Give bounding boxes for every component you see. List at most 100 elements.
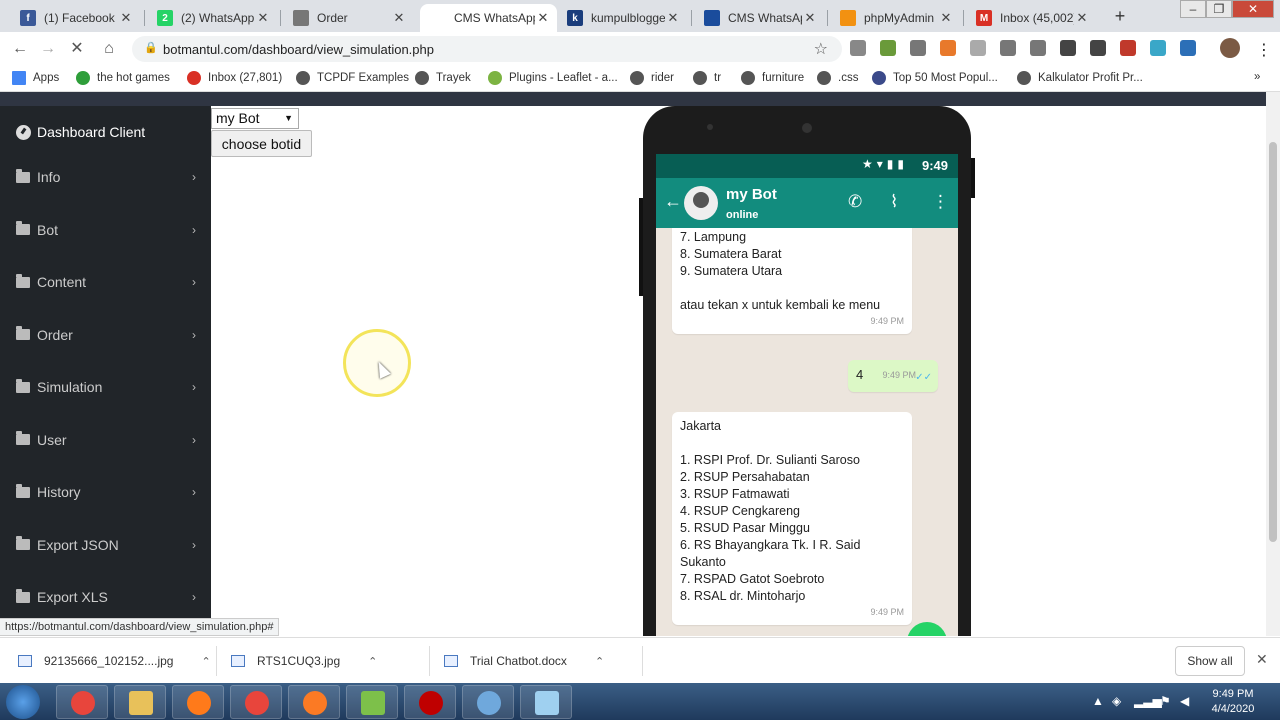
sidebar-item-export-json[interactable]: Export JSON › [16,534,196,556]
chevron-up-icon[interactable]: ⌃ [201,655,210,668]
download-item[interactable]: RTS1CUQ3.jpg ⌃ [231,638,377,684]
tab-6[interactable]: phpMyAdmin ✕ [830,4,960,32]
back-arrow-icon[interactable]: ← [664,191,682,212]
tray-volume-icon[interactable]: ◀ [1180,694,1189,708]
bookmark-6[interactable]: rider [630,71,674,85]
bookmark-11[interactable]: Kalkulator Profit Pr... [1017,71,1143,85]
new-tab-button[interactable]: + [1108,5,1132,29]
forward-icon[interactable]: → [37,38,59,60]
tray-signal-icon[interactable]: ▂▃▅ [1134,694,1162,708]
chevron-right-icon: › [192,590,196,604]
ext-grid-icon[interactable] [850,40,866,56]
ext-v-icon[interactable] [1030,40,1046,56]
sidebar-item-content[interactable]: Content › [16,271,196,293]
minimize-button[interactable]: – [1180,0,1206,18]
avatar[interactable] [684,186,718,220]
bookmarks-overflow-icon[interactable]: » [1254,71,1260,83]
taskbar-app-1[interactable] [114,685,166,719]
ext-g-icon[interactable] [970,40,986,56]
bookmark-8[interactable]: furniture [741,71,804,85]
sidebar-item-bot[interactable]: Bot › [16,219,196,241]
tab-close-icon[interactable]: ✕ [665,10,681,26]
bookmark-3[interactable]: TCPDF Examples [296,71,409,85]
bookmark-0[interactable]: Apps [12,71,59,85]
sidebar-item-user[interactable]: User › [16,429,196,451]
tab-2[interactable]: Order ✕ [283,4,413,32]
download-item[interactable]: Trial Chatbot.docx ⌃ [444,638,604,684]
bookmark-4[interactable]: Trayek [415,71,471,85]
sidebar-brand[interactable]: Dashboard Client [16,124,145,140]
taskbar-clock[interactable]: 9:49 PM 4/4/2020 [1200,687,1266,717]
profile-avatar-icon[interactable] [1220,38,1240,58]
ext-page-icon[interactable] [1060,40,1076,56]
bookmark-9[interactable]: .css [817,71,858,85]
maximize-button[interactable]: ❐ [1206,0,1232,18]
taskbar-app-8[interactable] [520,685,572,719]
message-time: 9:49 PM [882,370,916,380]
ext-box-icon[interactable] [1000,40,1016,56]
taskbar-app-3[interactable] [230,685,282,719]
chevron-right-icon: › [192,485,196,499]
attach-paperclip-icon[interactable]: ⌇ [890,192,898,212]
tab-close-icon[interactable]: ✕ [938,10,954,26]
tab-7[interactable]: M Inbox (45,002) ✕ [966,4,1096,32]
sidebar-item-info[interactable]: Info › [16,166,196,188]
tab-3[interactable]: CMS WhatsApp ✕ [420,4,557,32]
sidebar-item-export-xls[interactable]: Export XLS › [16,586,196,608]
choose-botid-button[interactable]: choose botid [211,130,312,157]
ext-ticket-icon[interactable] [1090,40,1106,56]
sidebar-item-simulation[interactable]: Simulation › [16,376,196,398]
back-icon[interactable]: ← [9,38,31,60]
tray-chevron-icon[interactable]: ▲ [1092,694,1104,708]
sidebar-item-history[interactable]: History › [16,481,196,503]
show-all-downloads-button[interactable]: Show all [1175,646,1245,676]
bookmark-5[interactable]: Plugins - Leaflet - a... [488,71,618,85]
close-window-button[interactable]: ✕ [1232,0,1274,18]
bookmark-7[interactable]: tr [693,71,721,85]
bookmark-10[interactable]: Top 50 Most Popul... [872,71,998,85]
tab-0[interactable]: f (1) Facebook ✕ [10,4,140,32]
tab-close-icon[interactable]: ✕ [255,10,271,26]
sidebar-item-order[interactable]: Order › [16,324,196,346]
tab-4[interactable]: k kumpulblogger ✕ [557,4,687,32]
taskbar-app-4[interactable] [288,685,340,719]
download-item[interactable]: 92135666_102152....jpg ⌃ [18,638,211,684]
close-icon[interactable]: ✕ [1256,651,1268,668]
tab-1[interactable]: 2 (2) WhatsApp ✕ [147,4,277,32]
bookmark-star-icon[interactable]: ☆ [814,39,828,59]
tray-flag-icon[interactable]: ⚑ [1160,694,1171,708]
ext-fox-icon[interactable] [940,40,956,56]
ext-diamond-icon[interactable] [1120,40,1136,56]
tab-close-icon[interactable]: ✕ [802,10,818,26]
ext-camera-icon[interactable] [910,40,926,56]
tab-5[interactable]: CMS WhatsApp✕ [694,4,824,32]
tray-dropbox-icon[interactable]: ◈ [1112,694,1121,708]
ext-ui-icon[interactable] [1180,40,1196,56]
bookmark-1[interactable]: the hot games [76,71,170,85]
ext-arrow-icon[interactable] [880,40,896,56]
taskbar-app-7[interactable] [462,685,514,719]
stop-loading-icon[interactable]: ✕ [66,38,88,60]
scrollbar-thumb[interactable] [1269,142,1277,542]
phone-call-icon[interactable]: ✆ [848,192,862,212]
bookmark-2[interactable]: Inbox (27,801) [187,71,282,85]
taskbar-app-6[interactable] [404,685,456,719]
bot-select[interactable]: my Bot ▼ [211,108,299,129]
tab-close-icon[interactable]: ✕ [535,10,551,26]
windows-start-icon[interactable] [6,685,40,719]
chevron-up-icon[interactable]: ⌃ [595,655,604,668]
chevron-up-icon[interactable]: ⌃ [368,655,377,668]
tab-close-icon[interactable]: ✕ [118,10,134,26]
page-scrollbar[interactable] [1266,92,1280,636]
taskbar-app-2[interactable] [172,685,224,719]
taskbar-app-0[interactable] [56,685,108,719]
address-bar[interactable]: 🔒 botmantul.com/dashboard/view_simulatio… [132,36,842,62]
home-icon[interactable]: ⌂ [98,38,120,60]
ext-atom-icon[interactable] [1150,40,1166,56]
chrome-menu-icon[interactable]: ⋮ [1256,40,1272,60]
taskbar-app-5[interactable] [346,685,398,719]
chat-fab-button[interactable] [907,622,947,636]
tab-close-icon[interactable]: ✕ [1074,10,1090,26]
more-options-icon[interactable]: ⋮ [932,192,949,212]
tab-close-icon[interactable]: ✕ [391,10,407,26]
